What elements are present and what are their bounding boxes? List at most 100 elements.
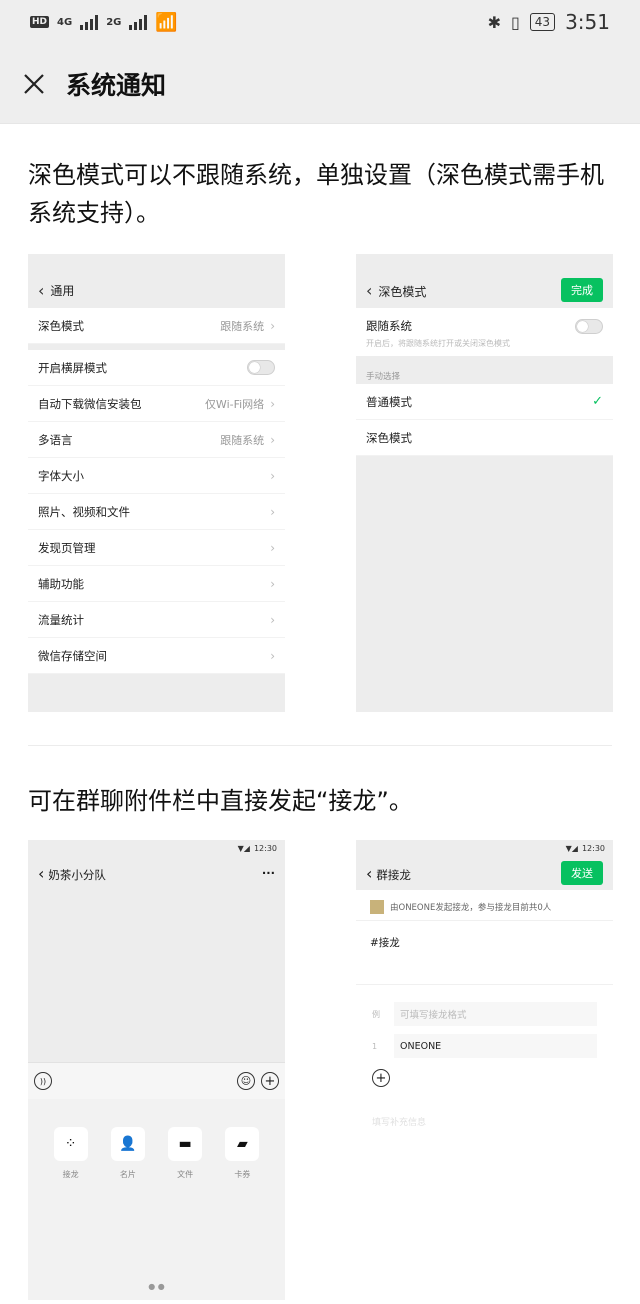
chat-header: ‹ 奶茶小分队 ··· (28, 856, 285, 890)
attachment-panel: ⁘ 接龙 👤 名片 ▬ 文件 ▰ 卡券 ● ● (28, 1099, 285, 1300)
more-icon[interactable]: ··· (262, 866, 275, 880)
signal-icon (80, 14, 99, 30)
row-label: 字体大小 (38, 468, 84, 483)
avatar (370, 900, 384, 914)
relay-info-text: 由ONEONE发起接龙，参与接龙目前共0人 (390, 903, 552, 913)
example-input[interactable]: 可填写接龙格式 (394, 1002, 597, 1026)
status-right: ✱ ▯ 43 3:51 (488, 10, 610, 34)
folder-icon: ▬ (168, 1127, 203, 1161)
row-label: 多语言 (38, 432, 73, 447)
signal-icon-2 (129, 14, 148, 30)
voice-icon[interactable]: )) (34, 1072, 52, 1090)
row-value: 仅Wi-Fi网络 (204, 397, 265, 411)
settings-row[interactable]: 微信存储空间 › (28, 638, 285, 674)
example-label: 例 (372, 1009, 380, 1019)
status-left: HD 4G 2G 📶 (30, 12, 178, 33)
row-label: 辅助功能 (38, 576, 84, 591)
settings-row[interactable]: 字体大小 › (28, 458, 285, 494)
chevron-right-icon: › (270, 576, 275, 591)
attachment-relay[interactable]: ⁘ 接龙 (46, 1127, 96, 1180)
emoji-icon[interactable]: ☺ (237, 1072, 255, 1090)
close-button[interactable] (2, 44, 66, 124)
follow-system-toggle[interactable] (575, 318, 603, 334)
follow-hint: 开启后，将跟随系统打开或关闭深色模式 (366, 339, 510, 348)
back-icon[interactable]: ‹ (366, 864, 372, 883)
attachment-coupon[interactable]: ▰ 卡券 (217, 1127, 267, 1180)
normal-mode-row[interactable]: 普通模式 ✓ (356, 384, 613, 420)
settings-row[interactable]: 发现页管理 › (28, 530, 285, 566)
attachment-file[interactable]: ▬ 文件 (160, 1127, 210, 1180)
signal-icon: ▼◢ (565, 843, 578, 853)
close-icon (24, 73, 44, 94)
screen-title: 深色模式 (378, 284, 427, 299)
vibrate-icon: ▯ (510, 12, 520, 32)
settings-row[interactable]: 多语言 跟随系统 › (28, 422, 285, 458)
settings-row[interactable]: 流量统计 › (28, 602, 285, 638)
row-label: 照片、视频和文件 (38, 504, 130, 519)
done-button[interactable]: 完成 (561, 278, 603, 302)
settings-row[interactable]: 辅助功能 › (28, 566, 285, 602)
mini-status-bar: ▼◢ 12:30 (28, 840, 285, 856)
chevron-right-icon: › (270, 540, 275, 555)
settings-row[interactable]: 照片、视频和文件 › (28, 494, 285, 530)
relay-item-input[interactable]: ONEONE (394, 1034, 597, 1058)
chevron-right-icon: › (270, 432, 275, 447)
page-indicator: ● ● (148, 1282, 165, 1291)
hd-icon: HD (30, 16, 50, 28)
item-number: 1 (372, 1041, 378, 1051)
input-bar: )) ☺ + (28, 1062, 285, 1099)
relay-title: 群接龙 (376, 867, 411, 882)
screen-title: 通用 (50, 283, 75, 298)
relay-hashtag[interactable]: #接龙 (356, 921, 613, 985)
row-label: 普通模式 (366, 394, 412, 409)
status-bar: HD 4G 2G 📶 ✱ ▯ 43 3:51 (0, 0, 640, 44)
relay-icon: ⁘ (53, 1127, 88, 1161)
dark-mode-row[interactable]: 深色模式 (356, 420, 613, 456)
general-settings-screenshot: ‹ 通用 深色模式 跟随系统 › 开启横屏模式 自动下载微信安装包 仅Wi-Fi网… (28, 254, 285, 712)
landscape-toggle[interactable] (247, 360, 275, 375)
settings-row[interactable]: 自动下载微信安装包 仅Wi-Fi网络 › (28, 386, 285, 422)
network-4g-label: 4G (57, 16, 73, 28)
supplement-input[interactable]: 填写补充信息 (372, 1115, 597, 1128)
chevron-right-icon: › (270, 468, 275, 483)
settings-row[interactable]: 深色模式 跟随系统 › (28, 308, 285, 344)
relay-item-row: 1 ONEONE (372, 1033, 597, 1059)
clock: 12:30 (581, 843, 605, 853)
dark-mode-description: 深色模式可以不跟随系统，单独设置（深色模式需手机系统支持）。 (28, 161, 604, 227)
row-label: 微信存储空间 (38, 648, 107, 663)
signal-icon: ▼◢ (237, 843, 250, 853)
row-value: 跟随系统 (220, 319, 265, 333)
row-label: 自动下载微信安装包 (38, 396, 142, 411)
screen-header: ‹ 通用 (28, 254, 285, 308)
battery-icon: 43 (529, 13, 556, 31)
contact-card-icon: 👤 (110, 1127, 145, 1161)
example-row: 例 可填写接龙格式 (372, 1001, 597, 1027)
row-label: 深色模式 (38, 318, 84, 333)
settings-row[interactable]: 开启横屏模式 (28, 350, 285, 386)
back-icon: ‹ (38, 280, 45, 300)
attachment-contact-card[interactable]: 👤 名片 (103, 1127, 153, 1180)
row-label: 跟随系统 (366, 319, 412, 333)
add-item-icon[interactable]: + (372, 1069, 390, 1087)
relay-description: 可在群聊附件栏中直接发起“接龙”。 (28, 787, 413, 815)
chevron-right-icon: › (270, 648, 275, 663)
chevron-right-icon: › (270, 612, 275, 627)
row-label: 深色模式 (366, 430, 412, 445)
add-icon[interactable]: + (261, 1072, 279, 1090)
chevron-right-icon: › (270, 396, 275, 411)
chat-area (28, 890, 285, 1062)
attachment-label: 接龙 (62, 1170, 79, 1179)
back-icon[interactable]: ‹ (38, 864, 44, 883)
chat-title: 奶茶小分队 (48, 867, 106, 882)
coupon-icon: ▰ (225, 1127, 260, 1161)
section-divider (28, 745, 612, 746)
attachment-label: 文件 (177, 1170, 194, 1179)
row-label: 发现页管理 (38, 540, 96, 555)
row-label: 流量统计 (38, 612, 84, 627)
relay-info: 由ONEONE发起接龙，参与接龙目前共0人 (356, 890, 613, 921)
row-value: 跟随系统 (220, 433, 265, 447)
send-button[interactable]: 发送 (561, 861, 603, 885)
screen-header: ‹ 深色模式 完成 (356, 254, 613, 308)
follow-system-row[interactable]: 跟随系统 开启后，将跟随系统打开或关闭深色模式 (356, 308, 613, 356)
back-icon: ‹ (366, 280, 373, 300)
